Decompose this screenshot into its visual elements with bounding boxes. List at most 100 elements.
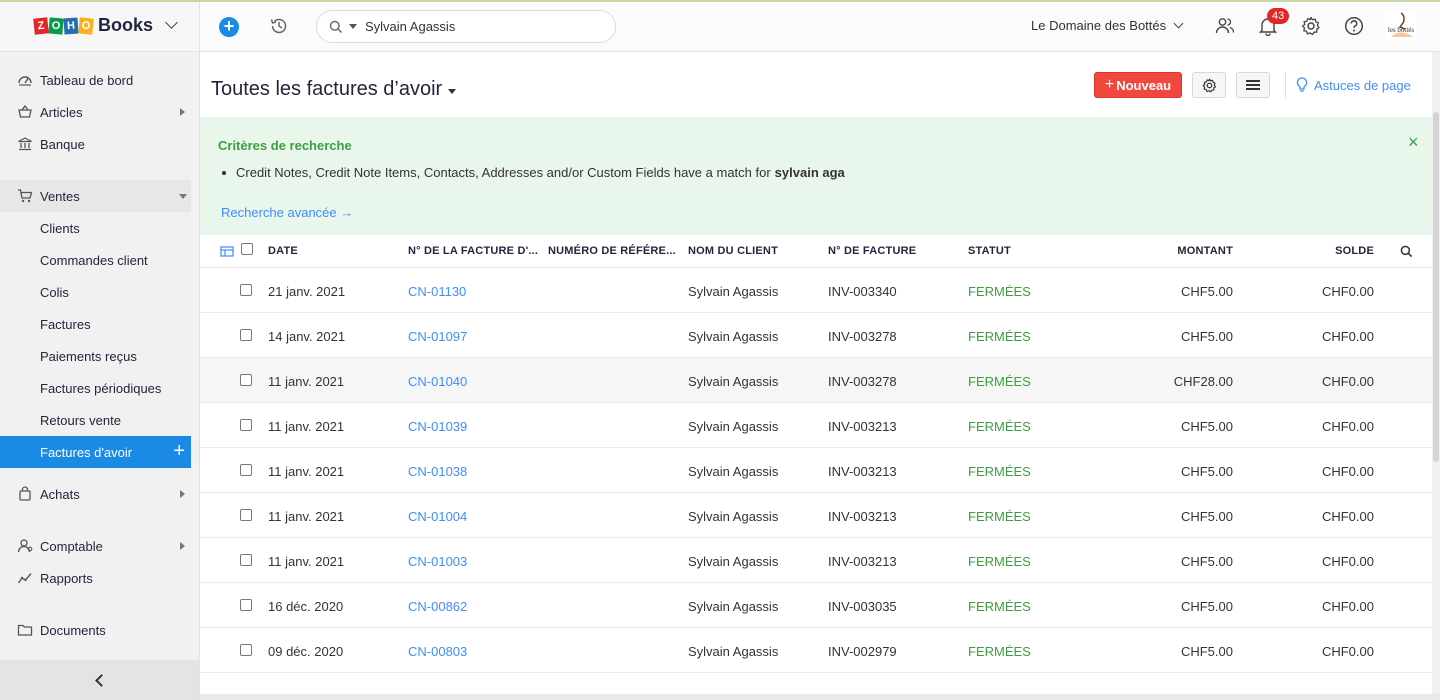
scrollbar-thumb[interactable] <box>1433 112 1439 462</box>
cell-invoice: INV-003278 <box>828 374 897 389</box>
sidebar-item-sales-orders[interactable]: Commandes client <box>0 244 191 276</box>
search-icon[interactable] <box>1400 245 1413 261</box>
cell-credit-note-link[interactable]: CN-00803 <box>408 644 467 659</box>
column-header-credit-note-number[interactable]: N° DE LA FACTURE D'... <box>408 245 538 257</box>
chevron-down-icon[interactable] <box>165 16 178 29</box>
cell-invoice: INV-003213 <box>828 419 897 434</box>
column-chooser-icon[interactable] <box>220 245 234 260</box>
avatar[interactable]: les bottés <box>1385 11 1417 41</box>
sidebar-item-label: Achats <box>40 486 80 502</box>
sidebar-item-bank[interactable]: Banque <box>0 128 191 160</box>
column-header-customer[interactable]: NOM DU CLIENT <box>688 245 778 257</box>
sidebar-item-packages[interactable]: Colis <box>0 276 191 308</box>
organization-switcher[interactable]: Le Domaine des Bottés <box>1031 18 1184 33</box>
column-header-balance[interactable]: SOLDE <box>1335 245 1374 257</box>
cell-amount: CHF5.00 <box>1180 554 1233 569</box>
global-search[interactable] <box>316 10 616 43</box>
main-content: Toutes les factures d’avoir + Nouveau Ast… <box>200 52 1432 700</box>
column-header-amount[interactable]: MONTANT <box>1177 245 1233 257</box>
gear-icon <box>1202 78 1216 92</box>
folder-icon <box>16 621 34 639</box>
cell-credit-note-link[interactable]: CN-01040 <box>408 374 467 389</box>
cell-credit-note-link[interactable]: CN-01004 <box>408 509 467 524</box>
table-row[interactable]: 21 janv. 2021 CN-01130 Sylvain Agassis I… <box>200 268 1432 313</box>
users-icon[interactable] <box>1214 15 1236 37</box>
row-checkbox[interactable] <box>240 644 252 656</box>
history-icon[interactable] <box>269 16 289 36</box>
column-header-date[interactable]: DATE <box>268 245 298 257</box>
preferences-button[interactable] <box>1192 72 1226 98</box>
sidebar-item-payments-received[interactable]: Paiements reçus <box>0 340 191 372</box>
page-tips-link[interactable]: Astuces de page <box>1296 77 1411 93</box>
sidebar-item-purchases[interactable]: Achats <box>0 478 191 510</box>
row-checkbox[interactable] <box>240 374 252 386</box>
table-row[interactable]: 09 déc. 2020 CN-00803 Sylvain Agassis IN… <box>200 628 1432 673</box>
cell-invoice: INV-002979 <box>828 644 897 659</box>
column-header-status[interactable]: STATUT <box>968 245 1011 257</box>
sidebar-item-recurring-invoices[interactable]: Factures périodiques <box>0 372 191 404</box>
cell-credit-note-link[interactable]: CN-01003 <box>408 554 467 569</box>
column-header-reference[interactable]: NUMÉRO DE RÉFÉRE... <box>548 245 676 257</box>
sidebar-item-customers[interactable]: Clients <box>0 212 191 244</box>
cell-credit-note-link[interactable]: CN-00862 <box>408 599 467 614</box>
dashboard-icon <box>16 71 34 89</box>
cell-customer: Sylvain Agassis <box>688 599 779 614</box>
new-credit-note-button[interactable]: + Nouveau <box>1094 72 1182 98</box>
cell-balance: CHF0.00 <box>1321 284 1374 299</box>
table-row[interactable]: 11 janv. 2021 CN-01003 Sylvain Agassis I… <box>200 538 1432 583</box>
table-row[interactable]: 11 janv. 2021 CN-01038 Sylvain Agassis I… <box>200 448 1432 493</box>
sidebar-item-accountant[interactable]: Comptable <box>0 530 191 562</box>
row-checkbox[interactable] <box>240 464 252 476</box>
sidebar-item-credit-notes[interactable]: Factures d'avoir + <box>0 436 191 468</box>
cell-credit-note-link[interactable]: CN-01038 <box>408 464 467 479</box>
cell-amount: CHF5.00 <box>1180 284 1233 299</box>
add-icon[interactable]: + <box>173 441 185 461</box>
row-checkbox[interactable] <box>240 329 252 341</box>
zoho-logo: ZOHO <box>33 16 94 35</box>
cell-date: 11 janv. 2021 <box>268 419 345 434</box>
brand[interactable]: ZOHO Books <box>0 0 199 52</box>
table-row[interactable]: 11 janv. 2021 CN-01004 Sylvain Agassis I… <box>200 493 1432 538</box>
sidebar-item-label: Factures d'avoir <box>40 444 133 460</box>
basket-icon <box>16 103 34 121</box>
cell-credit-note-link[interactable]: CN-01130 <box>408 284 466 299</box>
table-row[interactable]: 16 déc. 2020 CN-00862 Sylvain Agassis IN… <box>200 583 1432 628</box>
search-scope-dropdown-icon[interactable] <box>349 24 357 29</box>
sidebar-item-reports[interactable]: Rapports <box>0 562 191 594</box>
row-checkbox[interactable] <box>240 509 252 521</box>
lightbulb-icon <box>1296 77 1308 92</box>
cell-status: FERMÉES <box>968 464 1031 479</box>
sidebar-item-dashboard[interactable]: Tableau de bord <box>0 64 191 96</box>
advanced-search-link[interactable]: Recherche avancée → <box>221 205 353 220</box>
gear-icon[interactable] <box>1300 15 1322 37</box>
row-checkbox[interactable] <box>240 554 252 566</box>
quick-create-button[interactable]: + <box>219 17 239 37</box>
close-icon[interactable]: × <box>1408 133 1422 151</box>
sidebar-item-invoices[interactable]: Factures <box>0 308 191 340</box>
collapse-sidebar-button[interactable] <box>0 660 199 700</box>
page-title[interactable]: Toutes les factures d’avoir <box>211 78 457 101</box>
table-row[interactable]: 14 janv. 2021 CN-01097 Sylvain Agassis I… <box>200 313 1432 358</box>
row-checkbox[interactable] <box>240 419 252 431</box>
cell-balance: CHF0.00 <box>1321 329 1374 344</box>
column-header-invoice[interactable]: N° DE FACTURE <box>828 245 916 257</box>
help-icon[interactable] <box>1343 15 1365 37</box>
cell-credit-note-link[interactable]: CN-01039 <box>408 419 467 434</box>
row-checkbox[interactable] <box>240 284 252 296</box>
table-row[interactable]: 11 janv. 2021 CN-01039 Sylvain Agassis I… <box>200 403 1432 448</box>
sidebar-item-sales-returns[interactable]: Retours vente <box>0 404 191 436</box>
select-all-checkbox[interactable] <box>241 243 253 255</box>
search-input[interactable] <box>365 19 595 34</box>
cell-date: 11 janv. 2021 <box>268 509 345 524</box>
table-row[interactable]: 11 janv. 2021 CN-01040 Sylvain Agassis I… <box>200 358 1432 403</box>
cell-invoice: INV-003035 <box>828 599 897 614</box>
row-checkbox[interactable] <box>240 599 252 611</box>
more-options-button[interactable] <box>1236 72 1270 98</box>
sidebar-item-documents[interactable]: Documents <box>0 614 191 646</box>
scrollbar[interactable] <box>1432 52 1440 700</box>
cell-credit-note-link[interactable]: CN-01097 <box>408 329 467 344</box>
sidebar-item-articles[interactable]: Articles <box>0 96 191 128</box>
bag-icon <box>16 485 34 503</box>
sidebar-item-sales[interactable]: Ventes <box>0 180 191 212</box>
cell-invoice: INV-003278 <box>828 329 897 344</box>
